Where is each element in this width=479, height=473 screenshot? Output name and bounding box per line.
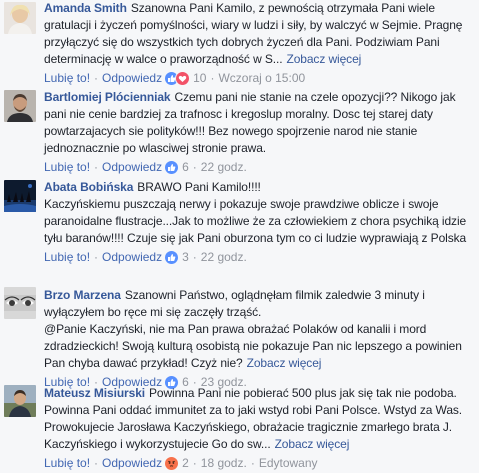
like-link[interactable]: Lubię to! [44, 249, 90, 266]
separator: · [94, 71, 99, 85]
separator: · [192, 160, 197, 174]
reactions-summary[interactable] [164, 71, 191, 86]
reactions-summary[interactable] [164, 250, 180, 265]
comment-author[interactable]: Brzo Marzena [44, 288, 121, 302]
avatar[interactable] [4, 385, 36, 417]
like-link[interactable]: Lubię to! [44, 455, 90, 472]
reply-link[interactable]: Odpowiedz [102, 159, 162, 176]
love-reaction-icon [175, 71, 191, 86]
comment-text: Abata Bobińska BRAWO Pani Kamilo!!!! Kacz… [44, 179, 473, 247]
like-link[interactable]: Lubię to! [44, 70, 90, 87]
comment-meta: Lubię to! · Odpowiedz 2 · 18 godz. · Edy… [44, 455, 473, 472]
reactions-summary[interactable] [164, 160, 180, 175]
avatar[interactable] [4, 2, 36, 34]
separator: · [192, 456, 197, 470]
comment-text: Brzo Marzena Szanowni Państwo, oglądnęłam… [44, 287, 473, 372]
comment-meta: Lubię to! · Odpowiedz 3 · 22 godz. [44, 249, 473, 266]
comment-text: Bartlomiej Plócienniak Czemu pani nie sta… [44, 89, 473, 157]
comment-timestamp[interactable]: 22 godz. [201, 159, 247, 176]
like-link[interactable]: Lubię to! [44, 159, 90, 176]
reply-link[interactable]: Odpowiedz [102, 70, 162, 87]
reply-link[interactable]: Odpowiedz [102, 455, 162, 472]
angry-reaction-icon [164, 456, 180, 471]
reaction-count[interactable]: 3 [182, 249, 189, 266]
comment-author[interactable]: Abata Bobińska [44, 180, 133, 194]
separator: · [192, 250, 197, 264]
like-reaction-icon [164, 250, 180, 265]
comment-feed: Amanda Smith Szanowna Pani Kamilo, z pewn… [0, 0, 479, 473]
reactions-summary[interactable] [164, 456, 180, 471]
comment-timestamp[interactable]: 18 godz. [201, 455, 247, 472]
comment-timestamp[interactable]: 22 godz. [201, 249, 247, 266]
reply-link[interactable]: Odpowiedz [102, 249, 162, 266]
avatar[interactable] [4, 180, 36, 212]
reaction-count[interactable]: 10 [193, 70, 206, 87]
comment-text: Amanda Smith Szanowna Pani Kamilo, z pewn… [44, 0, 473, 68]
see-more-link[interactable]: Zobacz więcej [286, 52, 361, 66]
separator: · [94, 160, 99, 174]
reaction-count[interactable]: 6 [182, 159, 189, 176]
separator: · [250, 456, 255, 470]
avatar[interactable] [4, 287, 36, 319]
see-more-link[interactable]: Zobacz więcej [275, 437, 350, 451]
separator: · [94, 456, 99, 470]
see-more-link[interactable]: Zobacz więcej [247, 356, 322, 370]
comment-timestamp[interactable]: Wczoraj o 15:00 [218, 70, 305, 87]
avatar[interactable] [4, 90, 36, 122]
separator: · [210, 71, 215, 85]
reaction-count[interactable]: 2 [182, 455, 189, 472]
comment-meta: Lubię to! · Odpowiedz 6 · 22 godz. [44, 159, 473, 176]
separator: · [94, 250, 99, 264]
edited-label[interactable]: Edytowany [259, 455, 318, 472]
comment-text: Mateusz Misiurski Powinna Pani nie pobier… [44, 385, 473, 453]
comment-meta: Lubię to! · Odpowiedz 10 · Wczoraj o 15:… [44, 70, 473, 87]
comment-author[interactable]: Mateusz Misiurski [44, 386, 145, 400]
comment-author[interactable]: Bartlomiej Plócienniak [44, 90, 171, 104]
comment-body-continued: Kaczyńskiemu puszczają nerwy i pokazuje … [44, 197, 467, 245]
comment-author[interactable]: Amanda Smith [44, 1, 127, 15]
comment-body: BRAWO Pani Kamilo!!!! [137, 180, 261, 194]
like-reaction-icon [164, 160, 180, 175]
